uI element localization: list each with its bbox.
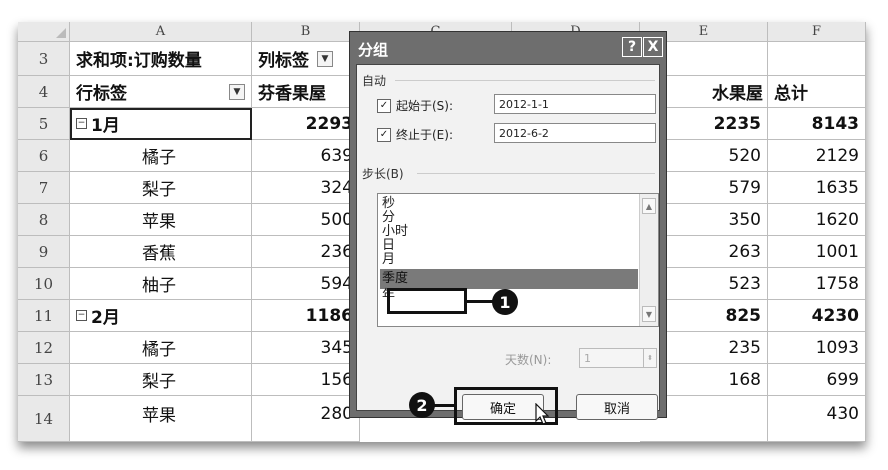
row-header[interactable]: 7	[18, 172, 70, 204]
listbox-scrollbar[interactable]: ▲ ▼	[639, 194, 658, 326]
column-header-f[interactable]: F	[768, 22, 866, 42]
collapse-icon[interactable]: −	[76, 310, 87, 321]
item-label[interactable]: 橘子	[70, 140, 252, 172]
row-header[interactable]: 9	[18, 236, 70, 268]
list-item[interactable]: 日	[380, 239, 638, 253]
close-icon[interactable]: X	[643, 37, 663, 57]
value-cell[interactable]: 1001	[768, 236, 866, 268]
dialog-title-bar[interactable]: 分组 ? X	[350, 32, 666, 64]
list-item[interactable]: 分	[380, 211, 638, 225]
row-labels-text: 行标签	[76, 84, 127, 104]
column-labels-cell[interactable]: 列标签 ▼	[252, 42, 360, 76]
value-cell[interactable]: 1093	[768, 332, 866, 364]
spinner-icon[interactable]: ⬍	[643, 349, 656, 367]
section-divider	[417, 173, 655, 174]
item-label[interactable]: 香蕉	[70, 236, 252, 268]
value-cell[interactable]: 1758	[768, 268, 866, 300]
callout-badge-2: 2	[409, 392, 435, 418]
value-cell[interactable]: 639	[252, 140, 360, 172]
group-label: 1月	[91, 116, 120, 136]
collapse-icon[interactable]: −	[76, 118, 87, 129]
value-cell[interactable]: 156	[252, 364, 360, 396]
section-divider	[395, 80, 655, 81]
value-cell[interactable]: 345	[252, 332, 360, 364]
grand-total-header[interactable]: 总计	[768, 76, 866, 108]
end-label: 终止于(E):	[396, 128, 453, 142]
value-cell[interactable]: 280	[252, 396, 360, 442]
value-cell[interactable]: 1635	[768, 172, 866, 204]
help-icon[interactable]: ?	[622, 37, 642, 57]
start-label: 起始于(S):	[396, 99, 454, 113]
column-labels-text: 列标签	[258, 51, 309, 71]
item-label[interactable]: 苹果	[70, 204, 252, 236]
callout-connector	[467, 300, 493, 303]
item-label[interactable]: 橘子	[70, 332, 252, 364]
row-header[interactable]: 10	[18, 268, 70, 300]
subtotal-cell[interactable]: 4230	[768, 300, 866, 332]
value-cell[interactable]: 2129	[768, 140, 866, 172]
row-header[interactable]: 14	[18, 396, 70, 442]
start-auto-checkbox[interactable]: ✓	[377, 98, 391, 113]
auto-section-label: 自动	[362, 74, 387, 88]
row-header[interactable]: 12	[18, 332, 70, 364]
list-item[interactable]: 秒	[380, 197, 638, 211]
callout-connector	[432, 404, 456, 407]
group-label-cell[interactable]: −2月	[70, 300, 252, 332]
item-label[interactable]: 柚子	[70, 268, 252, 300]
end-input[interactable]: 2012-6-2	[494, 123, 656, 143]
subtotal-cell[interactable]: 8143	[768, 108, 866, 140]
group-label-cell[interactable]: −1月	[70, 108, 252, 140]
pivot-value-caption[interactable]: 求和项:订购数量	[70, 42, 252, 76]
callout-highlight-box	[387, 288, 467, 314]
value-cell[interactable]: 594	[252, 268, 360, 300]
start-input[interactable]: 2012-1-1	[494, 94, 656, 114]
value-cell[interactable]: 324	[252, 172, 360, 204]
value-cell[interactable]: 236	[252, 236, 360, 268]
item-label[interactable]: 苹果	[70, 396, 252, 442]
item-label[interactable]: 梨子	[70, 364, 252, 396]
value-cell[interactable]: 500	[252, 204, 360, 236]
value-cell[interactable]: 699	[768, 364, 866, 396]
cancel-button[interactable]: 取消	[576, 394, 658, 420]
select-all-corner[interactable]	[18, 22, 70, 42]
days-input[interactable]: 1 ⬍	[579, 348, 657, 368]
row-header[interactable]: 4	[18, 76, 70, 108]
group-label: 2月	[91, 308, 120, 328]
group-dialog: 分组 ? X 自动 ✓ 起始于(S): 2012-1-1 ✓ 终止于(E): 2…	[349, 31, 667, 420]
row-header[interactable]: 11	[18, 300, 70, 332]
dialog-body: 自动 ✓ 起始于(S): 2012-1-1 ✓ 终止于(E): 2012-6-2…	[356, 64, 660, 420]
days-label: 天数(N):	[505, 353, 552, 367]
subtotal-cell[interactable]: 1186	[252, 300, 360, 332]
step-section-label: 步长(B)	[362, 167, 404, 181]
row-header[interactable]: 6	[18, 140, 70, 172]
days-value: 1	[584, 351, 591, 365]
value-cell[interactable]: 430	[768, 396, 866, 442]
column-header-b[interactable]: B	[252, 22, 360, 42]
start-checkbox-row[interactable]: ✓ 起始于(S):	[377, 97, 453, 114]
row-header[interactable]: 8	[18, 204, 70, 236]
list-item[interactable]: 小时	[380, 225, 638, 239]
row-header[interactable]: 13	[18, 364, 70, 396]
cell[interactable]	[768, 42, 866, 76]
list-item[interactable]: 月	[380, 253, 638, 267]
filter-dropdown-icon[interactable]: ▼	[317, 50, 333, 67]
item-label[interactable]: 梨子	[70, 172, 252, 204]
mouse-pointer-icon	[535, 403, 550, 425]
pivot-column-header[interactable]: 芬香果屋	[252, 76, 360, 108]
column-header-a[interactable]: A	[70, 22, 252, 42]
callout-badge-1: 1	[492, 289, 518, 315]
row-labels-cell[interactable]: 行标签 ▼	[70, 76, 252, 108]
scroll-down-icon[interactable]: ▼	[642, 306, 656, 322]
value-cell[interactable]: 1620	[768, 204, 866, 236]
end-auto-checkbox[interactable]: ✓	[377, 127, 391, 142]
scroll-up-icon[interactable]: ▲	[642, 198, 656, 214]
dialog-title: 分组	[358, 41, 389, 59]
row-header[interactable]: 5	[18, 108, 70, 140]
row-header[interactable]: 3	[18, 42, 70, 76]
filter-dropdown-icon[interactable]: ▼	[229, 83, 245, 100]
end-checkbox-row[interactable]: ✓ 终止于(E):	[377, 126, 453, 143]
list-item-selected[interactable]: 季度	[380, 269, 638, 289]
subtotal-cell[interactable]: 2293	[252, 108, 360, 140]
